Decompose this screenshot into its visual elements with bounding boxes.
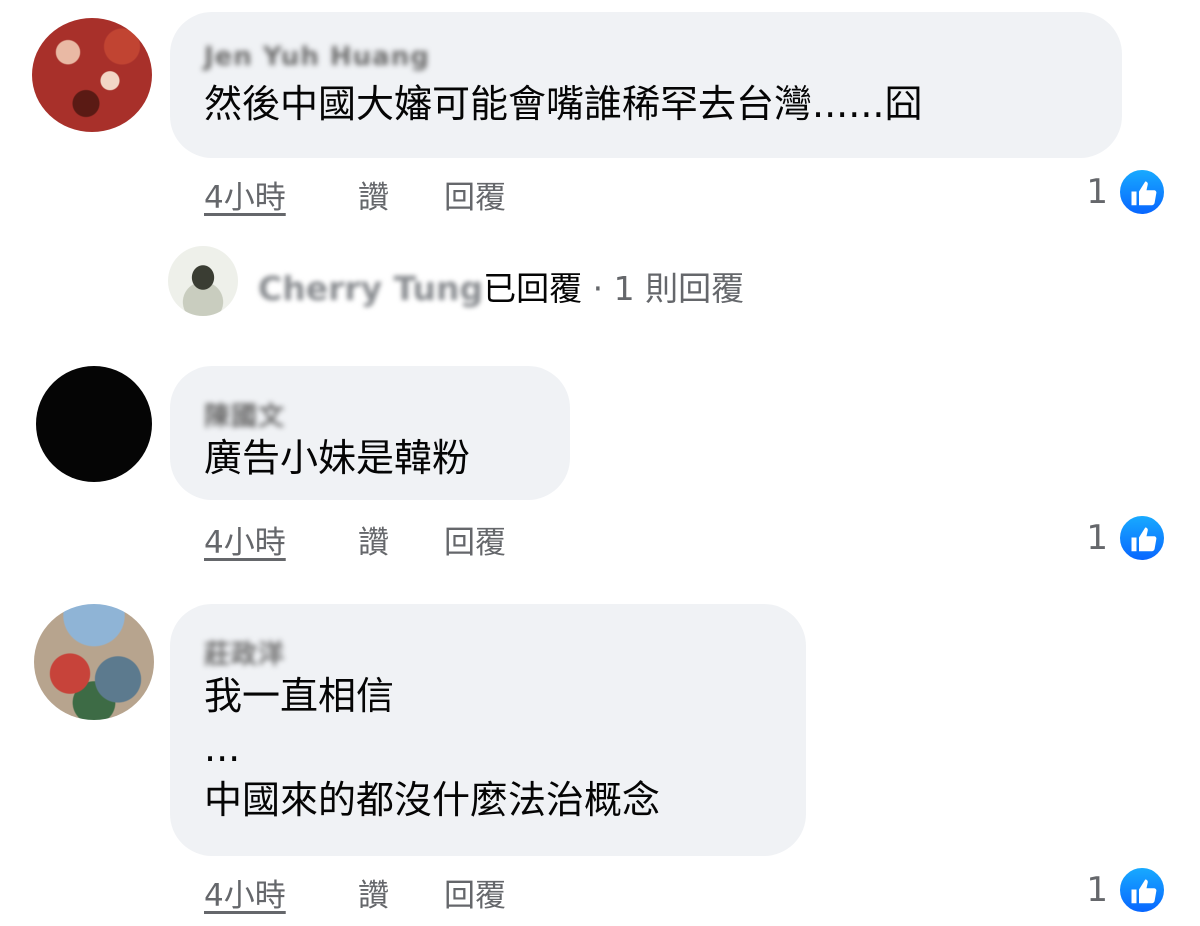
thumbs-up-icon [1118, 866, 1166, 914]
separator: · [582, 269, 614, 308]
comment-line: 我一直相信 [204, 674, 395, 718]
comment-timestamp-link[interactable]: 4小時 [204, 517, 286, 562]
avatar[interactable] [168, 246, 238, 316]
comment-author[interactable]: Jen Yuh Huang [204, 42, 430, 72]
comment-bubble: Jen Yuh Huang 然後中國大嬸可能會嘴誰稀罕去台灣......囧 [170, 12, 1122, 158]
comment-text: 然後中國大嬸可能會嘴誰稀罕去台灣......囧 [204, 82, 923, 126]
reply-count: 1 則回覆 [613, 269, 745, 308]
comment-bubble: 莊政洋 我一直相信 ... 中國來的都沒什麼法治概念 [170, 604, 806, 856]
reaction-count: 1 [1086, 172, 1108, 212]
replied-label: 已回覆 [483, 269, 583, 308]
like-button[interactable]: 讚 [358, 172, 389, 217]
thumbs-up-icon [1118, 514, 1166, 562]
comment-line: ... [204, 726, 241, 770]
avatar[interactable] [32, 18, 152, 132]
comment-line: 中國來的都沒什麼法治概念 [204, 778, 661, 822]
avatar[interactable] [36, 366, 152, 482]
reply-button[interactable]: 回覆 [444, 870, 506, 915]
replier-name: Cherry Tung [258, 269, 484, 308]
comment-timestamp-link[interactable]: 4小時 [204, 172, 286, 217]
comment-text: 廣告小妹是韓粉 [204, 436, 471, 480]
view-replies-link[interactable]: Cherry Tung已回覆 · 1 則回覆 [258, 262, 744, 310]
comment-author[interactable]: 陳國文 [204, 396, 285, 433]
like-button[interactable]: 讚 [358, 517, 389, 562]
reply-button[interactable]: 回覆 [444, 517, 506, 562]
comment-text: 我一直相信 ... 中國來的都沒什麼法治概念 [204, 670, 660, 826]
like-button[interactable]: 讚 [358, 870, 389, 915]
comment-bubble: 陳國文 廣告小妹是韓粉 [170, 366, 570, 500]
reaction-count: 1 [1086, 870, 1108, 910]
reaction-count: 1 [1086, 518, 1108, 558]
comment-timestamp-link[interactable]: 4小時 [204, 870, 286, 915]
thumbs-up-icon [1118, 168, 1166, 216]
avatar[interactable] [34, 604, 154, 720]
comment-author[interactable]: 莊政洋 [204, 634, 285, 671]
reply-button[interactable]: 回覆 [444, 172, 506, 217]
